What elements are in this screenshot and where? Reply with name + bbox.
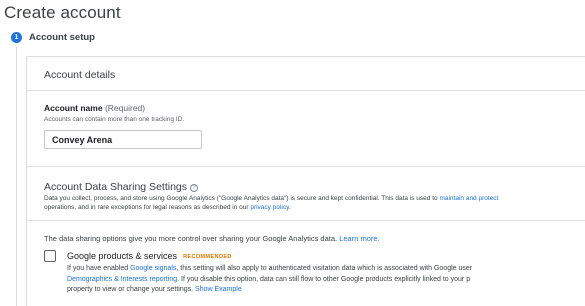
card-divider [27,90,585,91]
option-text: property to view or change your settings… [67,286,194,293]
intro-text: The data sharing options give you more c… [44,234,338,243]
option-line-1: If you have enabled Google signals, this… [67,264,472,275]
account-name-label: Account name (Required) [44,103,145,113]
data-sharing-description: Data you collect, process, and store usi… [44,194,585,212]
help-icon[interactable]: ? [190,184,199,192]
description-line-1: Data you collect, process, and store usi… [44,194,585,203]
account-name-input[interactable] [44,130,202,149]
option-text: If you have enabled [67,265,129,272]
demographics-interests-link[interactable]: Demographics & Interests reporting [67,276,177,283]
recommended-badge: RECOMMENDED [183,254,232,260]
step-indicator: 1 [11,32,22,43]
description-line-2: operations, and in rare exceptions for l… [44,203,585,212]
option-text: , this setting will also apply to authen… [176,265,473,272]
account-setup-card: Account details Account name (Required) … [26,56,585,306]
google-products-option-description: If you have enabled Google signals, this… [67,264,472,296]
step-label[interactable]: Account setup [29,32,95,43]
account-name-label-text: Account name [44,103,103,113]
maintain-and-protect-link[interactable]: maintain and protect [439,195,498,202]
card-divider [27,166,585,167]
google-products-option-title[interactable]: Google products & services RECOMMENDED [67,251,232,261]
description-text: Data you collect, process, and store usi… [44,195,438,202]
account-details-title: Account details [44,69,116,81]
option-line-2: Demographics & Interests reporting. If y… [67,275,472,286]
page-title: Create account [4,3,121,22]
data-sharing-title-text: Account Data Sharing Settings [44,181,188,193]
account-name-hint: Accounts can contain more than one track… [44,116,185,123]
description-text: . [288,204,291,211]
learn-more-link[interactable]: Learn more. [339,234,379,243]
data-sharing-title: Account Data Sharing Settings? [44,181,199,193]
data-sharing-intro: The data sharing options give you more c… [44,234,380,243]
option-line-3: property to view or change your settings… [67,285,472,296]
card-divider [27,220,585,221]
description-text: operations, and in rare exceptions for l… [44,204,249,211]
stepper-rail [16,46,17,306]
privacy-policy-link[interactable]: privacy policy [250,204,289,211]
required-marker: (Required) [104,103,146,113]
google-products-checkbox[interactable] [44,250,56,262]
option-text: . If you disable this option, data can s… [177,275,471,283]
show-example-link[interactable]: Show Example [195,286,242,293]
option-title-text: Google products & services [67,251,178,261]
google-signals-link[interactable]: Google signals [130,265,176,272]
